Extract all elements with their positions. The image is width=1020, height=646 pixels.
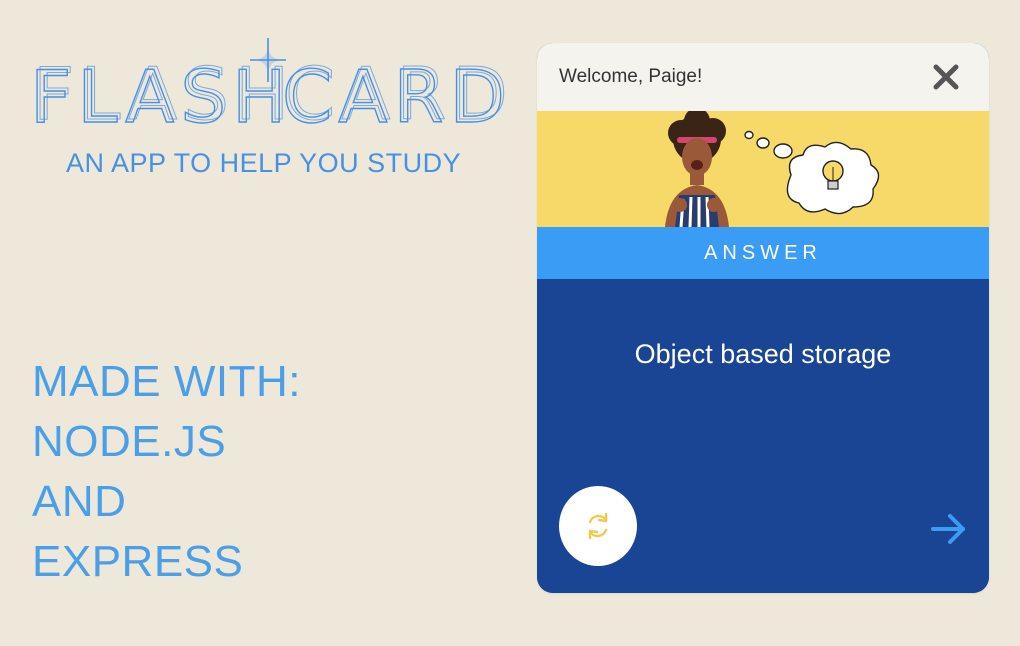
arrow-right-icon	[931, 514, 965, 544]
flip-card-button[interactable]	[559, 486, 637, 566]
welcome-bar: Welcome, Paige!	[537, 43, 989, 111]
app-logo: FLASH FLASH CARDS CARDS	[28, 36, 508, 136]
flip-icon	[588, 512, 608, 540]
card-banner-image	[537, 111, 989, 227]
made-with-line: AND	[32, 477, 127, 526]
card-answer-area: Object based storage	[537, 279, 989, 593]
made-with-line: EXPRESS	[32, 537, 244, 586]
flashcard: Welcome, Paige! ANSWER Object based stor…	[537, 43, 989, 593]
made-with-line: NODE.JS	[32, 417, 227, 466]
excited-person-illustration	[537, 111, 989, 227]
logo-word-flash-inline: FLASH	[33, 52, 295, 136]
logo-word-cards-inline: CARDS	[285, 52, 508, 136]
made-with-block: MADE WITH: NODE.JS AND EXPRESS	[32, 352, 301, 592]
card-answer-text: Object based storage	[634, 339, 892, 369]
welcome-message: Welcome, Paige!	[559, 66, 703, 87]
logo-svg: FLASH FLASH CARDS CARDS	[29, 38, 508, 136]
close-button[interactable]	[931, 62, 961, 92]
next-card-button[interactable]	[927, 511, 971, 547]
app-tagline: AN APP TO HELP YOU STUDY	[66, 148, 462, 178]
close-icon	[933, 64, 959, 90]
made-with-line: MADE WITH:	[32, 357, 301, 406]
card-side-bar: ANSWER	[537, 227, 989, 279]
card-side-label: ANSWER	[704, 241, 822, 264]
